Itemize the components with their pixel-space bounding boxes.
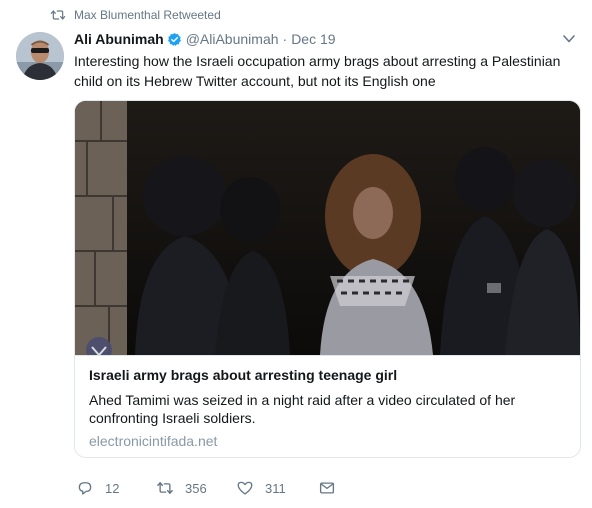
reply-icon	[78, 482, 92, 495]
retweet-button[interactable]: 356	[156, 478, 236, 498]
retweet-count: 356	[185, 480, 207, 496]
tweet-actions: 12 356 311	[76, 478, 336, 498]
tweet-date[interactable]: Dec 19	[291, 31, 335, 47]
retweet-context-text[interactable]: Max Blumenthal Retweeted	[74, 8, 221, 22]
retweet-context: Max Blumenthal Retweeted	[50, 8, 221, 22]
card-body[interactable]: Israeli army brags about arresting teena…	[75, 355, 580, 457]
reply-button[interactable]: 12	[76, 478, 156, 498]
like-button[interactable]: 311	[236, 478, 318, 498]
author-display-name[interactable]: Ali Abunimah	[74, 31, 164, 47]
direct-message-icon	[319, 482, 335, 494]
retweet-icon	[157, 482, 173, 494]
verified-badge-icon	[167, 32, 181, 46]
link-card[interactable]: Israeli army brags about arresting teena…	[74, 100, 581, 458]
retweet-icon	[50, 10, 66, 20]
avatar[interactable]	[16, 32, 64, 80]
like-icon	[237, 481, 253, 495]
card-title[interactable]: Israeli army brags about arresting teena…	[89, 366, 566, 384]
direct-message-button[interactable]	[318, 478, 336, 498]
card-description: Ahed Tamimi was seized in a night raid a…	[89, 392, 516, 426]
like-count: 311	[265, 480, 286, 496]
tweet-text: Interesting how the Israeli occupation a…	[74, 53, 561, 89]
author-handle[interactable]: @AliAbunimah	[186, 31, 279, 47]
tweet-header: Ali Abunimah @AliAbunimah · Dec 19	[74, 31, 580, 47]
card-domain: electronicintifada.net	[89, 433, 218, 449]
card-image[interactable]	[75, 101, 580, 355]
header-separator: ·	[282, 31, 288, 47]
reply-count: 12	[105, 480, 120, 496]
tweet[interactable]: Max Blumenthal Retweeted Ali Abunimah @A…	[0, 0, 592, 508]
chevron-down-icon[interactable]	[562, 33, 576, 45]
